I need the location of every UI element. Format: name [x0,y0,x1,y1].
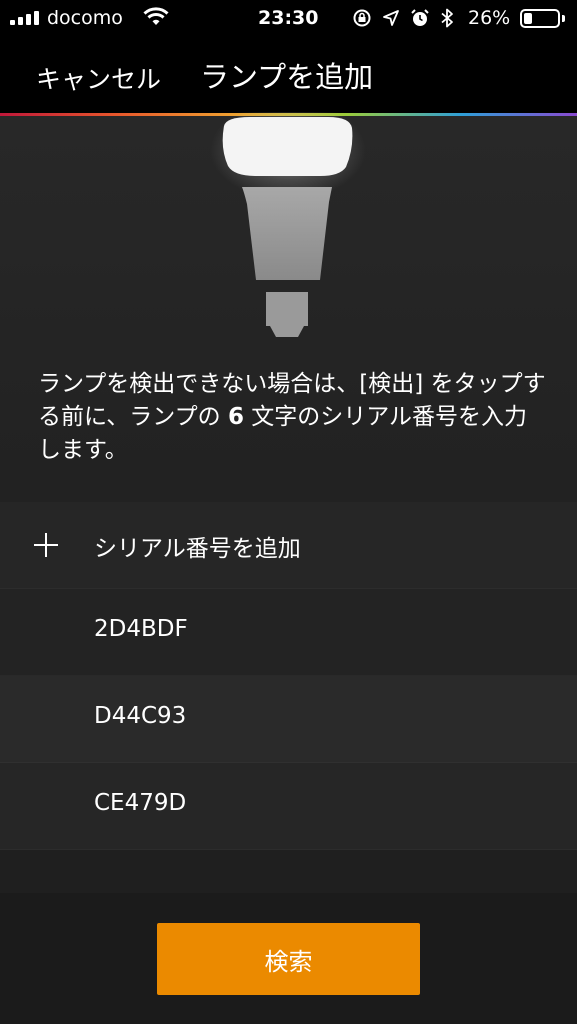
carrier-name: docomo [47,7,123,29]
add-serial-number-button[interactable]: シリアル番号を追加 [0,502,577,589]
battery-icon [520,9,560,28]
serial-number-list: シリアル番号を追加 2D4BDF D44C93 CE479D [0,502,577,897]
serial-number-value: CE479D [94,790,187,816]
battery-level-fill [524,13,532,24]
alarm-icon [410,8,430,33]
status-icons [352,8,454,33]
page-title: ランプを追加 [200,60,374,94]
signal-strength-icon [10,11,39,25]
navigation-bar: キャンセル ランプを追加 [0,38,577,114]
serial-number-value: D44C93 [94,703,187,729]
serial-number-row[interactable]: D44C93 [0,676,577,763]
status-bar: docomo 23:30 26% [0,0,577,38]
cancel-button[interactable]: キャンセル [36,60,161,96]
bluetooth-icon [440,8,454,33]
screen-rotation-lock-icon [352,8,372,33]
serial-number-row[interactable]: 2D4BDF [0,589,577,676]
serial-length-number: 6 [227,404,244,430]
plus-icon [34,533,58,557]
add-serial-number-label: シリアル番号を追加 [94,536,301,562]
battery-cap [562,15,565,22]
clock-time: 23:30 [258,7,319,29]
location-arrow-icon [382,9,400,32]
search-button[interactable]: 検索 [157,923,420,995]
battery-percent: 26% [468,7,511,29]
lamp-bulb-icon [210,100,370,342]
list-spacer [0,850,577,897]
screen: docomo 23:30 26% キャンセル ランプを追加 ランプを検出できない… [0,0,577,1024]
wifi-icon [143,7,169,32]
serial-number-value: 2D4BDF [94,616,188,642]
serial-number-row[interactable]: CE479D [0,763,577,850]
instruction-text: ランプを検出できない場合は、[検出] をタップする前に、ランプの 6 文字のシリ… [38,368,548,467]
